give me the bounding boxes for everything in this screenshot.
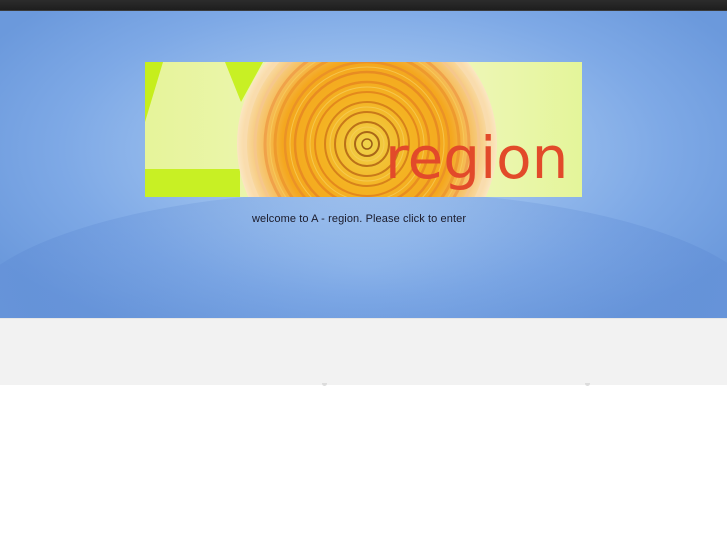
page: region welcome to A - region. Please cli… xyxy=(0,0,727,545)
lime-shape-bottom xyxy=(145,169,240,197)
band-notch-right xyxy=(585,383,590,386)
welcome-enter-link[interactable]: welcome to A - region. Please click to e… xyxy=(252,213,466,225)
hero-glow xyxy=(0,191,727,318)
band-notch-left xyxy=(322,383,327,386)
banner-logo-text: region xyxy=(385,124,568,192)
banner-graphic: region xyxy=(145,62,582,197)
top-bar xyxy=(0,0,727,11)
banner-image[interactable]: region xyxy=(145,62,582,197)
footer-band xyxy=(0,318,727,385)
